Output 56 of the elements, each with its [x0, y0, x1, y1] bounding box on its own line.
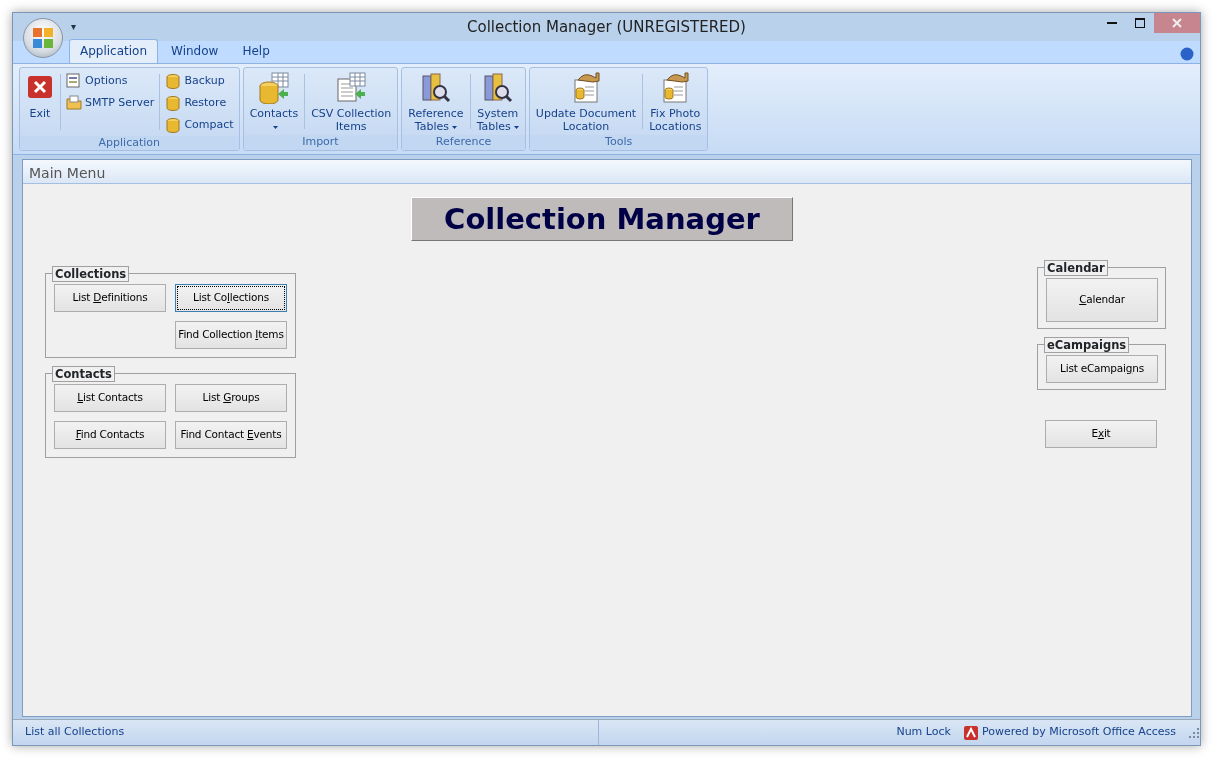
close-icon — [1172, 18, 1182, 28]
ribbon-button[interactable]: Fix Photo Locations — [646, 70, 705, 135]
resize-grip-icon — [1188, 726, 1200, 739]
office-button[interactable] — [23, 18, 63, 58]
form-button[interactable]: List eCampaigns — [1046, 355, 1158, 383]
ribbon-button[interactable]: Compact — [163, 114, 236, 136]
books-magnifier-icon — [481, 72, 514, 104]
form-button[interactable]: Find Contacts — [54, 421, 166, 449]
database-icon — [165, 95, 182, 111]
ribbon-button[interactable]: CSV Collection Items — [308, 70, 395, 135]
powered-by-text: Powered by Microsoft Office Access — [981, 724, 1176, 741]
minimize-icon — [1107, 22, 1117, 24]
form-button[interactable]: Find Collection Items — [175, 321, 287, 349]
quick-access-menu[interactable]: ▾ — [71, 19, 77, 34]
folder-icon — [66, 95, 82, 111]
ribbon-tab[interactable]: Application — [69, 39, 159, 63]
window-title: Collection Manager (UNREGISTERED) — [467, 17, 746, 36]
ribbon-button[interactable]: SMTP Server — [64, 92, 157, 114]
ribbon-button[interactable]: System Tables — [473, 70, 522, 135]
group-label: Collections — [52, 266, 130, 282]
ribbon-tab[interactable]: Help — [231, 39, 281, 63]
ribbon-button[interactable]: Backup — [163, 70, 236, 92]
logo-icon — [31, 26, 55, 50]
num-lock-indicator: Num Lock — [896, 724, 951, 741]
form-button[interactable]: List Groups — [175, 384, 287, 412]
heading-banner: Collection Manager — [411, 197, 793, 241]
options-icon — [66, 73, 82, 89]
form-title: Main Menu — [29, 165, 106, 181]
database-icon — [165, 117, 182, 133]
form-button[interactable]: Find Contact Events — [175, 421, 287, 449]
maximize-icon — [1135, 18, 1145, 28]
ribbon-button[interactable]: Contacts — [246, 70, 302, 135]
ribbon-group-label: Reference — [402, 135, 525, 150]
group-label: Calendar — [1044, 260, 1108, 276]
form-button[interactable]: Exit — [1045, 420, 1157, 448]
ribbon-button[interactable]: Exit — [23, 70, 57, 122]
ribbon-group-label: Import — [243, 135, 398, 150]
ribbon-button[interactable]: Reference Tables — [405, 70, 467, 135]
form-button[interactable]: Calendar — [1046, 278, 1158, 322]
ribbon-button[interactable]: Options — [64, 70, 157, 92]
group-label: Contacts — [52, 366, 115, 382]
form-button[interactable]: List Collections — [175, 284, 287, 312]
ribbon-button[interactable]: Restore — [163, 92, 236, 114]
database-icon — [165, 73, 182, 89]
access-icon — [962, 724, 979, 741]
ribbon-group-label: Tools — [529, 135, 708, 150]
notepad-table-icon — [335, 72, 368, 104]
books-magnifier-icon — [419, 72, 452, 104]
form-button[interactable]: List Contacts — [54, 384, 166, 412]
ribbon-button[interactable]: Update Document Location — [532, 70, 640, 135]
ribbon-tab[interactable]: Window — [160, 39, 230, 63]
group-label: eCampaigns — [1044, 337, 1130, 353]
ribbon-group-label: Application — [20, 136, 239, 150]
form-button[interactable]: List Definitions — [54, 284, 166, 312]
database-table-icon — [257, 72, 290, 104]
status-message: List all Collections — [24, 724, 126, 741]
